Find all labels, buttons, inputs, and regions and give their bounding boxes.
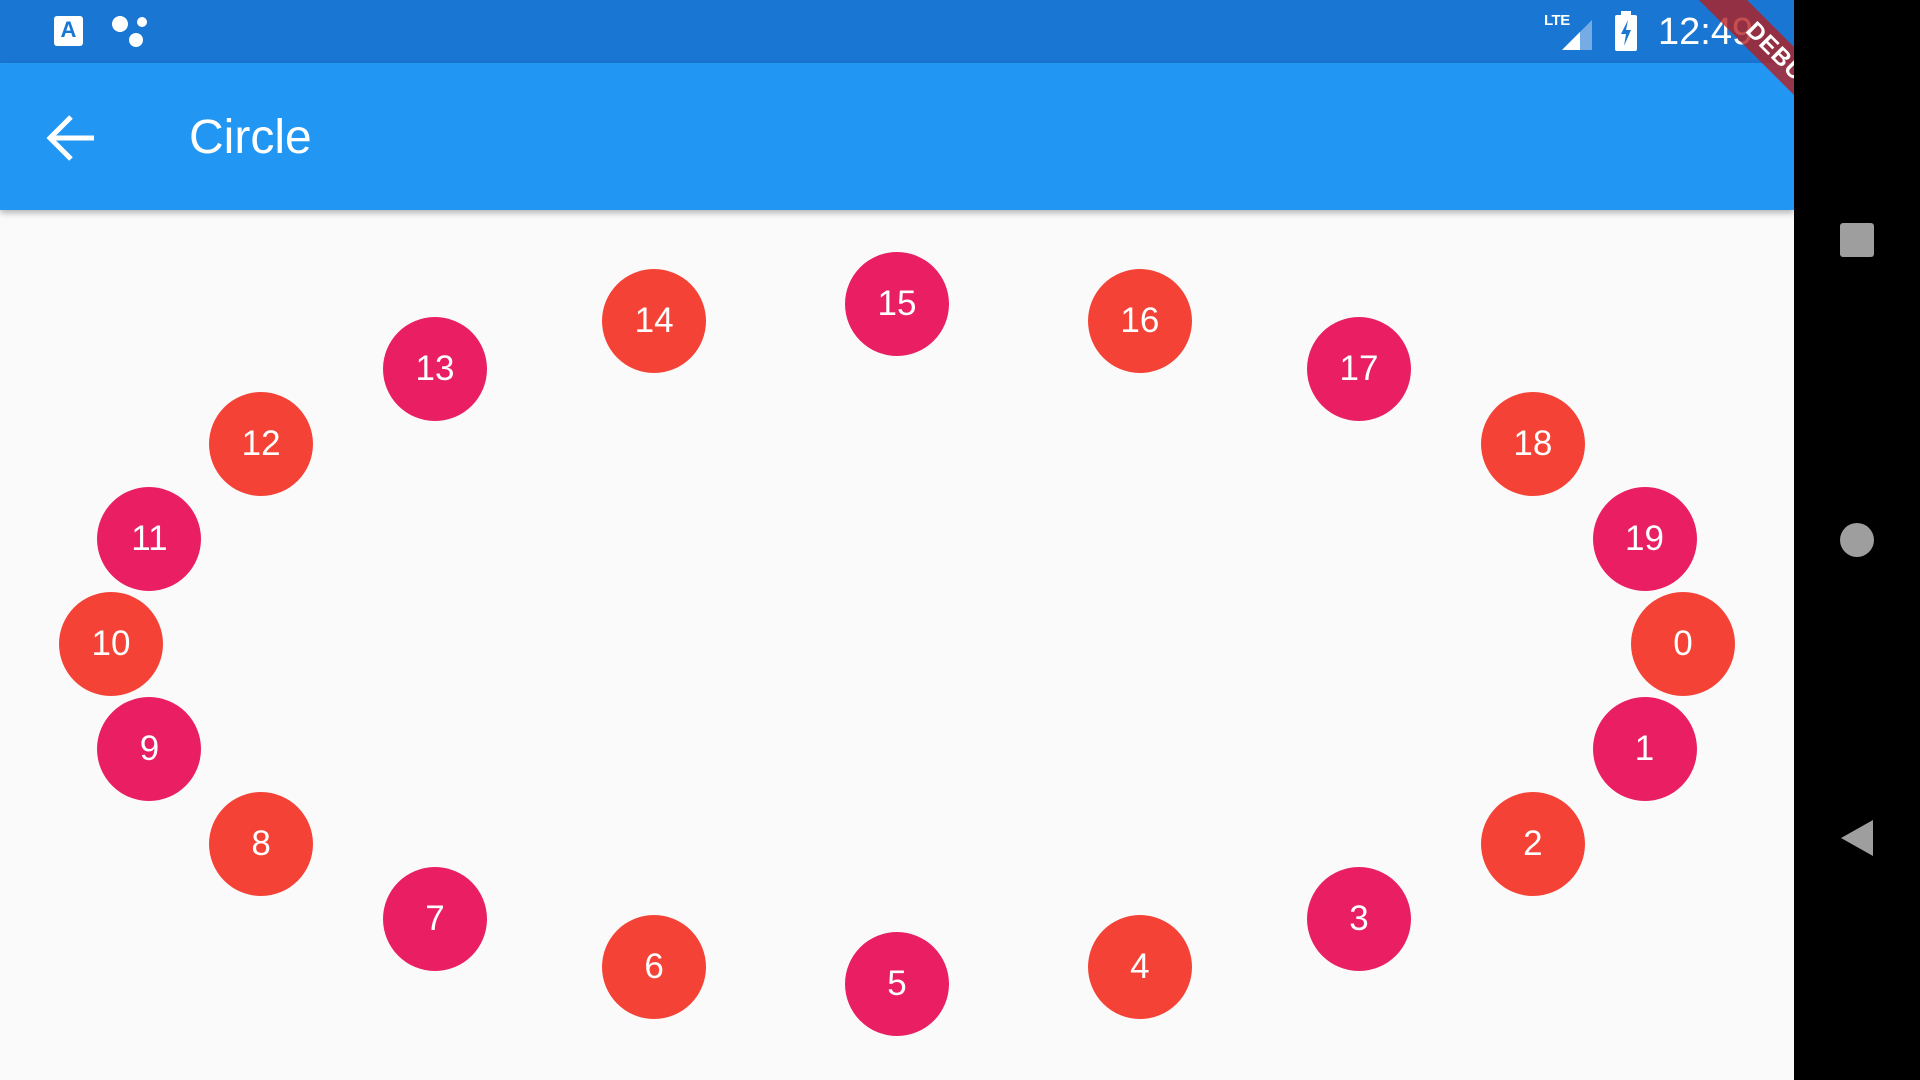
circle-item-2[interactable]: 2 [1480,791,1585,896]
circle-item-14[interactable]: 14 [602,268,707,373]
circle-item-5[interactable]: 5 [845,932,949,1036]
back-button[interactable] [36,103,106,173]
status-bar: A LTE 12:49 [0,0,1794,63]
lte-signal-icon [1562,20,1592,50]
circle-item-16[interactable]: 16 [1087,268,1192,373]
circle-item-1[interactable]: 1 [1592,697,1697,802]
recents-button[interactable] [1794,180,1920,300]
circle-item-11[interactable]: 11 [97,486,202,591]
circle-item-4[interactable]: 4 [1087,915,1192,1020]
circle-item-10[interactable]: 10 [59,592,163,696]
arrow-back-icon [46,115,94,161]
status-clock: 12:49 [1658,11,1754,53]
page-title: Circle [189,111,312,164]
circle-item-3[interactable]: 3 [1306,867,1411,972]
circle-layout-area: 0 1 2 3 4 5 6 7 8 9 10 11 12 13 14 15 16 17 18 19 [0,210,1794,1080]
assistant-dots-icon [112,16,147,47]
app-screen: A LTE 12:49 Circle DEBUG 0 1 2 3 4 5 6 7 8 9 10 11 1… [0,0,1794,1080]
recents-square-icon [1840,223,1874,257]
app-bar: Circle [0,63,1794,210]
circle-item-15[interactable]: 15 [845,252,949,356]
circle-item-7[interactable]: 7 [383,867,487,972]
back-triangle-icon [1841,820,1873,856]
system-back-button[interactable] [1794,778,1920,898]
circle-item-9[interactable]: 9 [97,697,202,802]
circle-item-6[interactable]: 6 [602,915,707,1020]
circle-item-0[interactable]: 0 [1631,592,1735,696]
circle-item-18[interactable]: 18 [1480,392,1585,497]
circle-item-13[interactable]: 13 [383,316,487,421]
navigation-bar [1794,0,1920,1080]
home-button[interactable] [1794,480,1920,600]
circle-item-17[interactable]: 17 [1306,316,1411,421]
circle-item-8[interactable]: 8 [209,791,314,896]
home-circle-icon [1840,523,1874,557]
circle-item-12[interactable]: 12 [209,392,314,497]
battery-charging-icon [1615,11,1637,51]
circle-item-19[interactable]: 19 [1592,486,1697,591]
a-notification-icon: A [54,16,83,46]
